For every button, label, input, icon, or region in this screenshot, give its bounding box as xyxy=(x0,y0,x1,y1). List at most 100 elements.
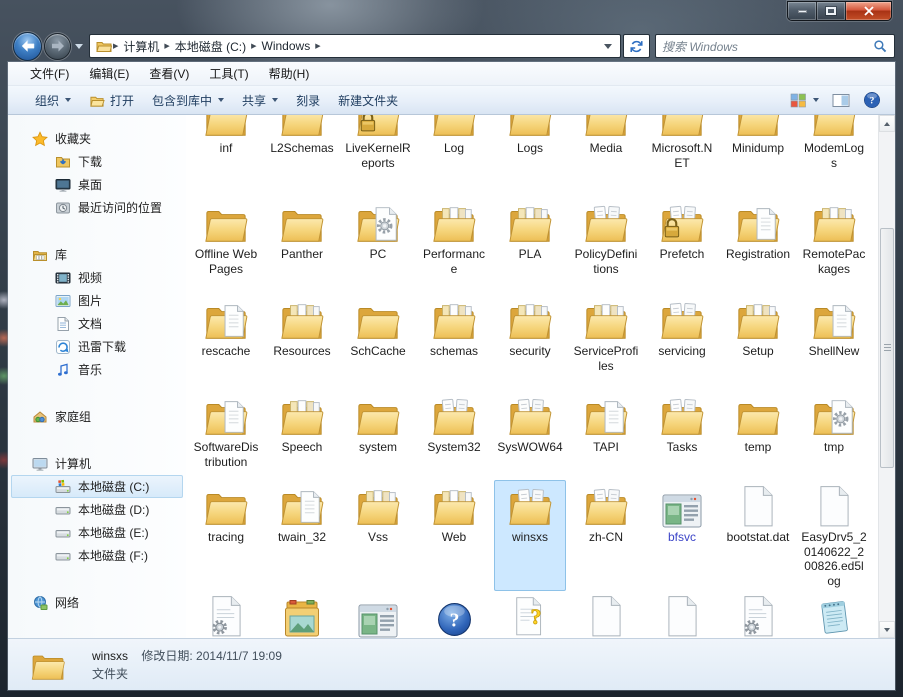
file-item-partial-5-2[interactable] xyxy=(342,590,414,638)
change-view-button[interactable] xyxy=(790,93,819,108)
maximize-button[interactable] xyxy=(817,2,846,20)
sidebar-item-music[interactable]: 音乐 xyxy=(11,358,183,381)
burn-button[interactable]: 刻录 xyxy=(287,89,329,111)
refresh-button[interactable] xyxy=(623,34,650,58)
file-item-Web[interactable]: Web xyxy=(418,480,490,591)
menu-item-4[interactable]: 帮助(H) xyxy=(259,65,320,82)
file-item-Performance[interactable]: Performance xyxy=(418,197,490,279)
back-button[interactable] xyxy=(13,31,42,61)
file-item-Offline Web Pages[interactable]: Offline Web Pages xyxy=(190,197,262,279)
sidebar-group-header-network[interactable]: 网络 xyxy=(8,591,186,614)
preview-pane-button[interactable] xyxy=(832,93,850,108)
breadcrumb-item-0[interactable]: 计算机 xyxy=(119,38,163,55)
sidebar-item-downloads[interactable]: 下载 xyxy=(11,150,183,173)
file-item-ShellNew[interactable]: ShellNew xyxy=(798,294,870,376)
scrollbar-track[interactable] xyxy=(879,132,895,621)
share-button[interactable]: 共享 xyxy=(233,89,287,111)
sidebar-item-recent-places[interactable]: 最近访问的位置 xyxy=(11,196,183,219)
file-item-Prefetch[interactable]: Prefetch xyxy=(646,197,718,279)
file-item-Log[interactable]: Log xyxy=(418,115,490,173)
file-item-partial-5-0[interactable] xyxy=(190,590,262,638)
file-item-RemotePackages[interactable]: RemotePackages xyxy=(798,197,870,279)
minimize-button[interactable] xyxy=(788,2,817,20)
file-item-partial-5-5[interactable] xyxy=(570,590,642,638)
sidebar-item-pictures[interactable]: 图片 xyxy=(11,289,183,312)
scrollbar[interactable] xyxy=(878,115,895,638)
file-item-PLA[interactable]: PLA xyxy=(494,197,566,279)
file-item-EasyDrv5_20140622_200826.ed5log[interactable]: EasyDrv5_20140622_200826.ed5log xyxy=(798,480,870,591)
close-button[interactable] xyxy=(846,2,891,20)
file-item-Logs[interactable]: Logs xyxy=(494,115,566,173)
file-item-Speech[interactable]: Speech xyxy=(266,390,338,472)
file-item-partial-5-1[interactable] xyxy=(266,590,338,638)
sidebar-item-videos[interactable]: 视频 xyxy=(11,266,183,289)
file-item-System32[interactable]: System32 xyxy=(418,390,490,472)
file-item-servicing[interactable]: servicing xyxy=(646,294,718,376)
sidebar-group-header-computer[interactable]: 计算机 xyxy=(8,452,186,475)
history-dropdown-button[interactable] xyxy=(75,43,83,49)
file-item-partial-5-4[interactable]: ? xyxy=(494,590,566,638)
file-item-PC[interactable]: PC xyxy=(342,197,414,279)
sidebar-item-local-disk-f[interactable]: 本地磁盘 (F:) xyxy=(11,544,183,567)
address-dropdown-icon[interactable] xyxy=(604,43,612,49)
sidebar-item-local-disk-d[interactable]: 本地磁盘 (D:) xyxy=(11,498,183,521)
include-in-library-button[interactable]: 包含到库中 xyxy=(143,89,233,111)
open-button[interactable]: 打开 xyxy=(80,89,143,111)
breadcrumb-item-1[interactable]: 本地磁盘 (C:) xyxy=(171,38,250,55)
file-item-inf[interactable]: inf xyxy=(190,115,262,173)
sidebar-group-header-homegroup[interactable]: 家庭组 xyxy=(8,405,186,428)
organize-button[interactable]: 组织 xyxy=(26,89,80,111)
search-icon[interactable] xyxy=(873,39,888,54)
file-item-tracing[interactable]: tracing xyxy=(190,480,262,591)
file-item-partial-5-7[interactable] xyxy=(722,590,794,638)
menu-item-0[interactable]: 文件(F) xyxy=(20,65,79,82)
file-item-Microsoft.NET[interactable]: Microsoft.NET xyxy=(646,115,718,173)
file-item-tmp[interactable]: tmp xyxy=(798,390,870,472)
file-item-system[interactable]: system xyxy=(342,390,414,472)
file-item-Resources[interactable]: Resources xyxy=(266,294,338,376)
sidebar-group-header-favorites[interactable]: 收藏夹 xyxy=(8,127,186,150)
file-item-PolicyDefinitions[interactable]: PolicyDefinitions xyxy=(570,197,642,279)
scroll-up-button[interactable] xyxy=(879,115,895,132)
sidebar-item-documents[interactable]: 文档 xyxy=(11,312,183,335)
sidebar-item-local-disk-e[interactable]: 本地磁盘 (E:) xyxy=(11,521,183,544)
sidebar-item-desktop[interactable]: 桌面 xyxy=(11,173,183,196)
help-button[interactable]: ? xyxy=(863,91,881,109)
file-item-rescache[interactable]: rescache xyxy=(190,294,262,376)
menu-item-1[interactable]: 编辑(E) xyxy=(79,65,139,82)
file-item-SchCache[interactable]: SchCache xyxy=(342,294,414,376)
file-grid[interactable]: inf L2Schemas LiveKernelReports Log Logs Medi… xyxy=(186,115,878,638)
file-item-Minidump[interactable]: Minidump xyxy=(722,115,794,173)
file-item-schemas[interactable]: schemas xyxy=(418,294,490,376)
file-item-security[interactable]: security xyxy=(494,294,566,376)
file-item-bootstat.dat[interactable]: bootstat.dat xyxy=(722,480,794,591)
scroll-down-button[interactable] xyxy=(879,621,895,638)
file-item-SoftwareDistribution[interactable]: SoftwareDistribution xyxy=(190,390,262,472)
file-item-Panther[interactable]: Panther xyxy=(266,197,338,279)
file-item-Tasks[interactable]: Tasks xyxy=(646,390,718,472)
file-item-Vss[interactable]: Vss xyxy=(342,480,414,591)
search-input[interactable]: 搜索 Windows xyxy=(655,34,895,58)
file-item-TAPI[interactable]: TAPI xyxy=(570,390,642,472)
file-item-bfsvc[interactable]: bfsvc xyxy=(646,480,718,591)
sidebar-group-header-libraries[interactable]: 库 xyxy=(8,243,186,266)
sidebar-item-thunder-downloads[interactable]: 迅雷下载 xyxy=(11,335,183,358)
file-item-winsxs[interactable]: winsxs xyxy=(494,480,566,591)
file-item-temp[interactable]: temp xyxy=(722,390,794,472)
new-folder-button[interactable]: 新建文件夹 xyxy=(329,89,407,111)
scrollbar-thumb[interactable] xyxy=(880,228,894,468)
file-item-Media[interactable]: Media xyxy=(570,115,642,173)
menu-item-2[interactable]: 查看(V) xyxy=(139,65,199,82)
file-item-ModemLogs[interactable]: ModemLogs xyxy=(798,115,870,173)
file-item-partial-5-3[interactable]: ? xyxy=(418,590,490,638)
address-bar[interactable]: ▶ 计算机 ▶ 本地磁盘 (C:) ▶ Windows ▶ xyxy=(89,34,621,58)
file-item-partial-5-6[interactable] xyxy=(646,590,718,638)
breadcrumb-item-2[interactable]: Windows xyxy=(258,39,315,53)
file-item-ServiceProfiles[interactable]: ServiceProfiles xyxy=(570,294,642,376)
sidebar-item-local-disk-c[interactable]: 本地磁盘 (C:) xyxy=(11,475,183,498)
file-item-Setup[interactable]: Setup xyxy=(722,294,794,376)
file-item-SysWOW64[interactable]: SysWOW64 xyxy=(494,390,566,472)
file-item-partial-5-8[interactable] xyxy=(798,590,870,638)
file-item-Registration[interactable]: Registration xyxy=(722,197,794,279)
file-item-twain_32[interactable]: twain_32 xyxy=(266,480,338,591)
